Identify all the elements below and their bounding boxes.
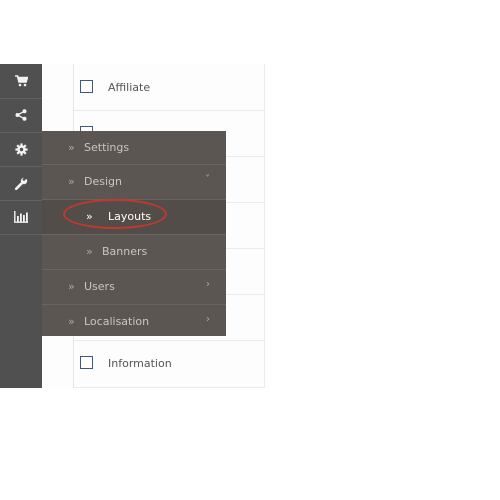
menu-item-label: Localisation bbox=[84, 315, 150, 328]
sidebar-button-reports[interactable] bbox=[0, 200, 42, 235]
chevron-right-icon: » bbox=[68, 280, 75, 293]
chevron-right-icon: » bbox=[68, 175, 75, 188]
menu-item-label: Users bbox=[84, 280, 115, 293]
sidebar-button-sales[interactable] bbox=[0, 64, 42, 99]
row-checkbox[interactable] bbox=[80, 356, 93, 369]
table-row: Affiliate bbox=[74, 64, 265, 111]
sidebar-button-tools[interactable] bbox=[0, 166, 42, 201]
table-row: Information bbox=[74, 341, 265, 388]
chevron-down-icon: ˅ bbox=[205, 174, 210, 185]
bar-chart-icon bbox=[14, 211, 28, 223]
row-checkbox[interactable] bbox=[80, 80, 93, 93]
cart-icon bbox=[14, 75, 28, 87]
chevron-right-icon: » bbox=[68, 141, 75, 154]
row-label: Information bbox=[108, 357, 172, 370]
sidebar-button-system[interactable] bbox=[0, 132, 42, 167]
wrench-icon bbox=[14, 176, 28, 190]
sidebar bbox=[0, 64, 42, 388]
sidebar-button-marketing[interactable] bbox=[0, 98, 42, 133]
gear-icon bbox=[14, 142, 28, 156]
menu-item-localisation[interactable]: » Localisation › bbox=[42, 305, 226, 336]
chevron-right-icon: » bbox=[86, 245, 93, 258]
menu-item-label: Banners bbox=[102, 245, 148, 258]
chevron-right-icon: » bbox=[68, 315, 75, 328]
menu-item-design[interactable]: » Design ˅ bbox=[42, 165, 226, 200]
row-label: Affiliate bbox=[108, 81, 151, 94]
menu-item-label: Settings bbox=[84, 141, 130, 154]
share-icon bbox=[15, 109, 27, 121]
menu-item-banners[interactable]: » Banners bbox=[42, 235, 226, 270]
chevron-right-icon: › bbox=[206, 314, 210, 325]
highlight-annotation bbox=[63, 199, 167, 229]
menu-item-label: Design bbox=[84, 175, 122, 188]
menu-item-users[interactable]: » Users › bbox=[42, 270, 226, 305]
chevron-right-icon: › bbox=[206, 279, 210, 290]
menu-item-settings[interactable]: » Settings bbox=[42, 131, 226, 165]
system-flyout-menu: » Settings » Design ˅ » Layouts » Banner… bbox=[42, 131, 226, 336]
